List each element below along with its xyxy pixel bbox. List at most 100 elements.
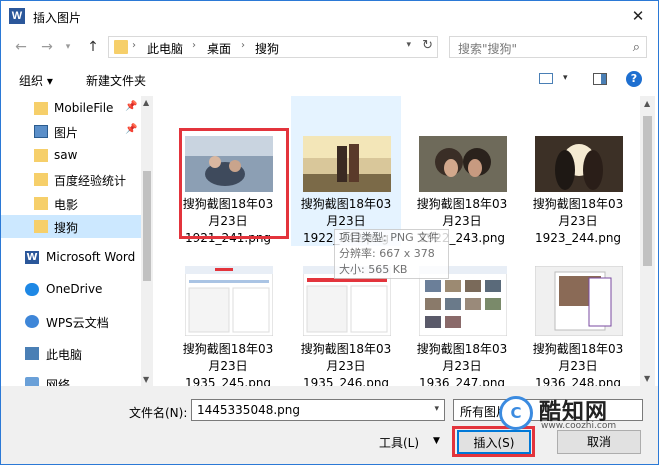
image-thumbnail xyxy=(535,266,623,336)
breadcrumb-this-pc[interactable]: 此电脑 xyxy=(147,40,183,57)
chevron-down-icon: ▾ xyxy=(65,42,71,52)
cloud-icon xyxy=(25,283,39,296)
sidebar-item-label: 搜狗 xyxy=(54,221,79,235)
sidebar-item-pictures[interactable]: 图片 📌 xyxy=(1,120,141,143)
sidebar-item-label: OneDrive xyxy=(46,282,103,296)
sidebar-item-label: Microsoft Word xyxy=(46,250,136,264)
computer-icon xyxy=(25,347,39,360)
watermark-logo: C xyxy=(499,396,533,430)
scroll-down-icon[interactable]: ▼ xyxy=(143,375,149,384)
search-input[interactable]: 搜索"搜狗" ⌕ xyxy=(449,36,647,58)
pin-icon: 📌 xyxy=(125,124,138,135)
watermark: C 酷知网 www.coozhi.com xyxy=(499,394,645,434)
breadcrumb-sogou[interactable]: 搜狗 xyxy=(255,40,279,57)
network-icon xyxy=(25,377,39,386)
tooltip-type: 项目类型: PNG 文件 xyxy=(339,231,440,244)
highlight-box xyxy=(179,128,289,239)
close-button[interactable]: ✕ xyxy=(626,5,650,27)
tooltip-size: 大小: 565 KB xyxy=(339,263,408,276)
forward-button[interactable]: → xyxy=(37,37,57,57)
up-arrow-icon: ↑ xyxy=(87,39,99,55)
command-bar: 组织 ▾ 新建文件夹 ▾ ? xyxy=(1,65,658,93)
sidebar-item-network[interactable]: 网络 xyxy=(1,372,141,386)
help-icon[interactable]: ? xyxy=(626,71,642,87)
folder-icon xyxy=(34,220,48,233)
sidebar-item-saw[interactable]: saw xyxy=(1,144,141,167)
scroll-up-icon[interactable]: ▲ xyxy=(143,98,149,107)
search-icon: ⌕ xyxy=(632,40,640,55)
folder-icon xyxy=(114,40,128,54)
image-thumbnail xyxy=(185,266,273,336)
file-info-tooltip: 项目类型: PNG 文件 分辨率: 667 x 378 大小: 565 KB xyxy=(334,229,449,279)
file-tile[interactable]: 搜狗截图18年03 月23日 1935_245.png xyxy=(173,226,283,386)
file-name: 搜狗截图18年03 月23日 1935_246.png xyxy=(300,342,392,386)
sidebar-item-wps-cloud[interactable]: WPS云文档 xyxy=(1,310,141,333)
back-arrow-icon: ← xyxy=(15,39,27,55)
pictures-icon xyxy=(34,125,48,138)
title-bar: W 插入图片 ✕ xyxy=(1,1,658,31)
close-icon: ✕ xyxy=(631,7,645,25)
scroll-up-icon[interactable]: ▲ xyxy=(644,99,650,108)
breadcrumb-separator-icon: › xyxy=(132,40,136,51)
breadcrumb-separator-icon: › xyxy=(192,40,196,51)
chevron-down-icon[interactable]: ▾ xyxy=(434,404,439,414)
change-view-icon[interactable] xyxy=(539,73,553,84)
sidebar-item-baidu-stats[interactable]: 百度经验统计 xyxy=(1,168,141,191)
address-dropdown-icon[interactable]: ▾ xyxy=(406,40,411,50)
image-thumbnail xyxy=(419,136,507,192)
new-folder-button[interactable]: 新建文件夹 xyxy=(86,72,146,89)
sidebar-item-mobilefile[interactable]: MobileFile 📌 xyxy=(1,97,141,120)
search-placeholder: 搜索"搜狗" xyxy=(458,42,518,56)
sidebar-item-label: 此电脑 xyxy=(46,348,83,362)
forward-arrow-icon: → xyxy=(41,39,53,55)
sidebar-scroll-thumb[interactable] xyxy=(143,171,151,281)
sidebar-item-label: WPS云文档 xyxy=(46,316,109,330)
image-thumbnail xyxy=(535,136,623,192)
back-button[interactable]: ← xyxy=(11,37,31,57)
sidebar-item-label: 电影 xyxy=(54,198,79,212)
sidebar-item-label: 网络 xyxy=(46,378,71,386)
sidebar-item-label: saw xyxy=(54,148,78,162)
filename-input[interactable]: 1445335048.png ▾ xyxy=(191,399,445,421)
sidebar-item-label: 图片 xyxy=(54,126,79,140)
pin-icon: 📌 xyxy=(125,101,138,112)
file-name: 搜狗截图18年03 月23日 1936_248.png xyxy=(532,342,624,386)
recent-locations-button[interactable]: ▾ xyxy=(61,37,75,57)
view-options-icon[interactable]: ▾ xyxy=(563,73,568,83)
sidebar-item-microsoft-word[interactable]: W Microsoft Word xyxy=(1,246,141,269)
tools-dropdown-icon[interactable]: ▼ xyxy=(433,436,440,446)
preview-pane-icon[interactable] xyxy=(593,73,607,85)
dialog-title: 插入图片 xyxy=(33,11,82,25)
sidebar-scrollbar[interactable]: ▲ ▼ xyxy=(141,96,153,386)
breadcrumb-desktop[interactable]: 桌面 xyxy=(207,40,231,57)
file-tile[interactable]: 搜狗截图18年03月23日1922_242.png xyxy=(291,96,401,246)
up-button[interactable]: ↑ xyxy=(83,37,103,57)
folder-icon xyxy=(34,197,48,210)
sidebar-item-onedrive[interactable]: OneDrive xyxy=(1,278,141,301)
sidebar-item-this-pc[interactable]: 此电脑 xyxy=(1,342,141,365)
file-name: 搜狗截图18年03 月23日 1936_247.png xyxy=(416,342,508,386)
breadcrumb-separator-icon: › xyxy=(241,40,245,51)
organize-button[interactable]: 组织 ▾ xyxy=(19,72,53,89)
insert-picture-dialog: W 插入图片 ✕ ← → ▾ ↑ › 此电脑 › 桌面 › 搜狗 ▾ ↻ 搜索"… xyxy=(0,0,659,465)
file-tile[interactable]: 搜狗截图18年03 月23日 1936_248.png xyxy=(523,226,633,386)
file-tile[interactable]: 搜狗截图18年03 月23日 1923_244.png xyxy=(523,96,633,246)
image-thumbnail xyxy=(303,136,391,192)
watermark-url: www.coozhi.com xyxy=(541,421,617,431)
scroll-down-icon[interactable]: ▼ xyxy=(644,374,650,383)
folder-icon xyxy=(34,173,48,186)
file-tile[interactable]: 搜狗截图18年03 月23日 1922_243.png xyxy=(407,96,517,246)
tools-button[interactable]: 工具(L) xyxy=(379,434,419,451)
file-name: 搜狗截图18年03 月23日 1935_245.png xyxy=(182,342,274,386)
filename-value: 1445335048.png xyxy=(197,403,301,417)
address-bar[interactable]: › 此电脑 › 桌面 › 搜狗 ▾ ↻ xyxy=(108,36,438,58)
folder-icon xyxy=(34,102,48,115)
folder-icon xyxy=(34,149,48,162)
refresh-icon[interactable]: ↻ xyxy=(422,38,433,53)
file-list-scroll-thumb[interactable] xyxy=(643,116,652,266)
sidebar-item-movies[interactable]: 电影 xyxy=(1,192,141,215)
file-list-scrollbar[interactable]: ▲ ▼ xyxy=(640,96,655,386)
sidebar-item-sogou[interactable]: 搜狗 xyxy=(1,215,141,238)
sidebar-item-label: 百度经验统计 xyxy=(54,174,127,188)
filename-label: 文件名(N): xyxy=(129,406,188,420)
